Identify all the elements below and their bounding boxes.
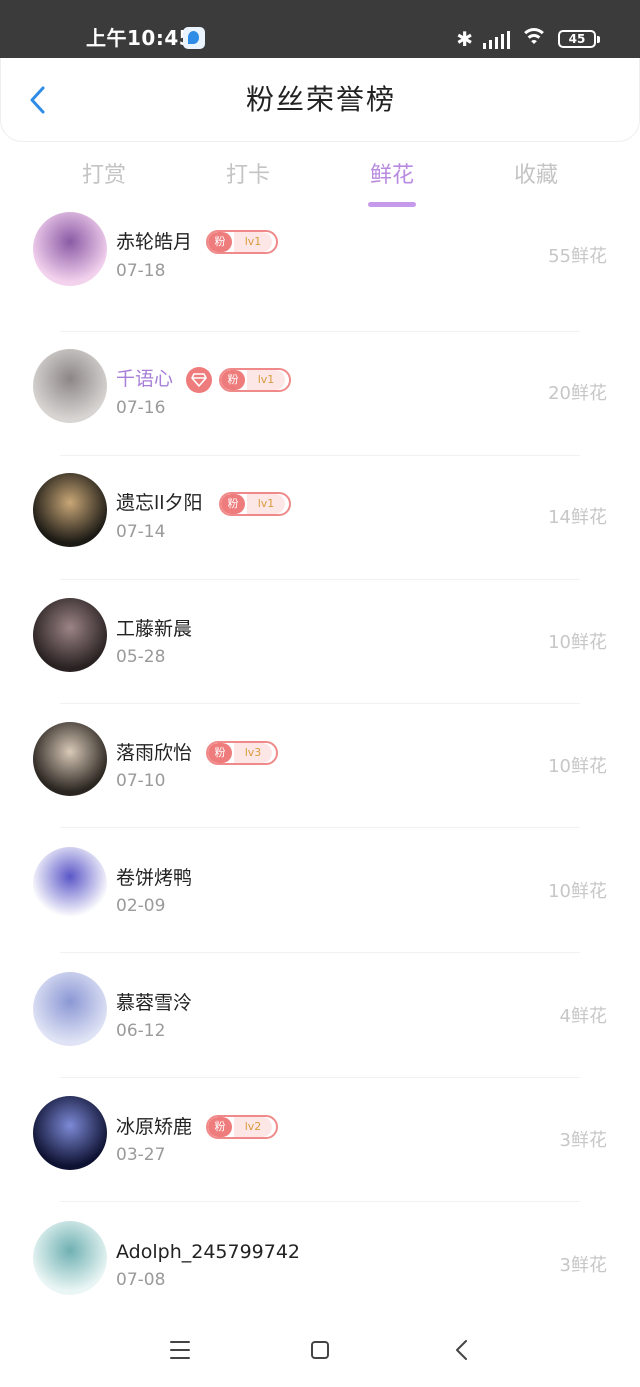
status-icons: ✱ 45 xyxy=(456,26,600,52)
fan-name: 遗忘ll夕阳 xyxy=(116,492,203,514)
fan-name: 冰原矫鹿 xyxy=(116,1116,193,1138)
fan-badge-label: 粉 xyxy=(208,1117,232,1137)
chevron-left-icon xyxy=(30,86,45,114)
wifi-icon xyxy=(520,28,548,50)
fan-name: 慕蓉雪泠 xyxy=(116,992,193,1014)
divider xyxy=(60,827,580,828)
flower-count: 10鲜花 xyxy=(548,881,607,902)
flower-count: 20鲜花 xyxy=(548,383,607,404)
fan-level-badge: 粉 lv2 xyxy=(206,1115,278,1139)
list-item[interactable]: 工藤新晨 05-28 10鲜花 xyxy=(0,580,640,704)
avatar xyxy=(33,473,107,547)
fan-badge-label: 粉 xyxy=(208,232,232,252)
fan-date: 07-14 xyxy=(116,522,166,542)
back-button[interactable] xyxy=(21,82,57,118)
avatar xyxy=(33,598,107,672)
divider xyxy=(60,952,580,953)
list-item[interactable]: 千语心 粉 lv1 07-16 20鲜花 xyxy=(0,332,640,456)
menu-button[interactable] xyxy=(160,1332,200,1368)
tab-label: 打赏 xyxy=(81,163,126,188)
fan-date: 07-08 xyxy=(116,1270,166,1290)
tab-active-indicator xyxy=(368,202,416,207)
flower-count: 14鲜花 xyxy=(548,507,607,528)
notification-app-icon xyxy=(183,27,205,49)
avatar xyxy=(33,212,107,286)
tab-reward[interactable]: 打赏 xyxy=(44,152,164,200)
fan-name: 千语心 xyxy=(116,368,174,390)
fan-level-badge: 粉 lv1 xyxy=(219,492,291,516)
fan-badge-label: 粉 xyxy=(221,370,245,390)
flower-count: 3鲜花 xyxy=(559,1255,607,1276)
fan-date: 07-18 xyxy=(116,261,166,281)
signal-icon xyxy=(483,29,510,49)
fan-date: 07-16 xyxy=(116,398,166,418)
list-item[interactable]: 遗忘ll夕阳 粉 lv1 07-14 14鲜花 xyxy=(0,456,640,580)
divider xyxy=(60,1201,580,1202)
tab-favorites[interactable]: 收藏 xyxy=(476,152,596,200)
fan-name: 卷饼烤鸭 xyxy=(116,867,193,889)
fan-badge-level: lv1 xyxy=(247,494,285,514)
flower-count: 3鲜花 xyxy=(559,1130,607,1151)
avatar xyxy=(33,847,107,921)
flower-count: 4鲜花 xyxy=(559,1006,607,1027)
fan-badge-level: lv3 xyxy=(234,743,272,763)
status-bar: 上午10:45 ✱ 45 xyxy=(0,0,640,58)
battery-icon: 45 xyxy=(558,30,600,48)
fan-name: 落雨欣怡 xyxy=(116,742,193,764)
fan-badge-level: lv2 xyxy=(234,1117,272,1137)
page-title: 粉丝荣誉榜 xyxy=(245,83,396,116)
fan-list: 赤轮皓月 粉 lv1 07-18 55鲜花 千语心 粉 lv1 07-16 20鲜花… xyxy=(0,212,640,1310)
system-nav-bar xyxy=(0,1310,640,1387)
avatar xyxy=(33,722,107,796)
list-item[interactable]: 慕蓉雪泠 06-12 4鲜花 xyxy=(0,954,640,1078)
avatar xyxy=(33,972,107,1046)
fan-date: 02-09 xyxy=(116,896,166,916)
fan-date: 05-28 xyxy=(116,647,166,667)
avatar xyxy=(33,349,107,423)
fan-badge-level: lv1 xyxy=(247,370,285,390)
fan-name: 赤轮皓月 xyxy=(116,231,193,253)
avatar xyxy=(33,1221,107,1295)
diamond-icon xyxy=(186,367,212,393)
fan-badge-level: lv1 xyxy=(234,232,272,252)
fan-date: 03-27 xyxy=(116,1145,166,1165)
tab-bar: 打赏 打卡 鲜花 收藏 xyxy=(0,152,640,212)
flower-count: 55鲜花 xyxy=(548,246,607,267)
fan-level-badge: 粉 lv1 xyxy=(206,230,278,254)
bluetooth-icon: ✱ xyxy=(456,27,473,51)
fan-name: 工藤新晨 xyxy=(116,618,193,640)
fan-date: 07-10 xyxy=(116,771,166,791)
fan-badge-label: 粉 xyxy=(208,743,232,763)
list-item[interactable]: Adolph_245799742 07-08 3鲜花 xyxy=(0,1203,640,1310)
back-icon xyxy=(456,1340,467,1360)
tab-flowers[interactable]: 鲜花 xyxy=(332,152,452,207)
home-icon xyxy=(311,1341,329,1359)
fan-date: 06-12 xyxy=(116,1021,166,1041)
status-time: 上午10:45 xyxy=(86,26,194,50)
system-back-button[interactable] xyxy=(442,1332,482,1368)
header: 粉丝荣誉榜 xyxy=(0,58,640,142)
list-item[interactable]: 落雨欣怡 粉 lv3 07-10 10鲜花 xyxy=(0,704,640,828)
fan-badge-label: 粉 xyxy=(221,494,245,514)
flower-count: 10鲜花 xyxy=(548,632,607,653)
flower-count: 10鲜花 xyxy=(548,756,607,777)
menu-icon xyxy=(170,1341,190,1359)
tab-label: 收藏 xyxy=(513,163,558,188)
fan-level-badge: 粉 lv1 xyxy=(219,368,291,392)
list-item[interactable]: 卷饼烤鸭 02-09 10鲜花 xyxy=(0,829,640,953)
tab-label: 鲜花 xyxy=(369,163,414,188)
avatar xyxy=(33,1096,107,1170)
list-item[interactable]: 冰原矫鹿 粉 lv2 03-27 3鲜花 xyxy=(0,1078,640,1202)
home-button[interactable] xyxy=(300,1332,340,1368)
tab-label: 打卡 xyxy=(225,163,270,188)
fan-level-badge: 粉 lv3 xyxy=(206,741,278,765)
list-item[interactable]: 赤轮皓月 粉 lv1 07-18 55鲜花 xyxy=(0,212,640,332)
fan-name: Adolph_245799742 xyxy=(116,1241,301,1263)
tab-checkin[interactable]: 打卡 xyxy=(188,152,308,200)
